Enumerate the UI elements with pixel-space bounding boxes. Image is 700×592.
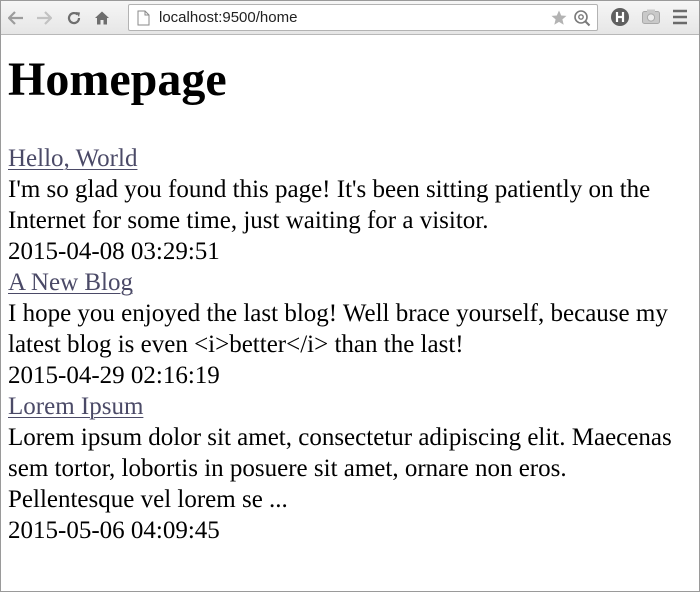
star-icon[interactable] (550, 9, 568, 32)
back-arrow-icon[interactable] (5, 5, 27, 31)
post-list: Hello, World I'm so glad you found this … (8, 143, 692, 546)
page-content: Homepage Hello, World I'm so glad you fo… (8, 36, 692, 546)
post-body: I hope you enjoyed the last blog! Well b… (8, 300, 668, 358)
post-body: I'm so glad you found this page! It's be… (8, 176, 651, 234)
post-item: A New Blog I hope you enjoyed the last b… (8, 267, 692, 391)
post-date: 2015-05-06 04:09:45 (8, 517, 220, 544)
shield-extension-icon[interactable] (610, 7, 630, 32)
url-text[interactable]: localhost:9500/home (159, 9, 297, 26)
post-body: Lorem ipsum dolor sit amet, consectetur … (8, 424, 672, 513)
forward-arrow-icon[interactable] (33, 5, 55, 31)
reload-icon[interactable] (63, 5, 85, 31)
post-title-link[interactable]: A New Blog (8, 267, 692, 298)
page-title: Homepage (8, 53, 227, 106)
page-icon (137, 10, 150, 31)
home-icon[interactable] (91, 5, 113, 31)
post-date: 2015-04-08 03:29:51 (8, 238, 220, 265)
post-title-link[interactable]: Hello, World (8, 143, 692, 174)
address-bar[interactable]: localhost:9500/home (128, 4, 598, 31)
camera-extension-icon[interactable] (641, 7, 661, 32)
post-date: 2015-04-29 02:16:19 (8, 362, 220, 389)
browser-toolbar: localhost:9500/home (1, 1, 699, 35)
magnifier-icon[interactable] (573, 9, 591, 32)
post-item: Hello, World I'm so glad you found this … (8, 143, 692, 267)
post-item: Lorem Ipsum Lorem ipsum dolor sit amet, … (8, 391, 692, 546)
hamburger-menu-icon[interactable] (671, 7, 689, 32)
post-title-link[interactable]: Lorem Ipsum (8, 391, 692, 422)
